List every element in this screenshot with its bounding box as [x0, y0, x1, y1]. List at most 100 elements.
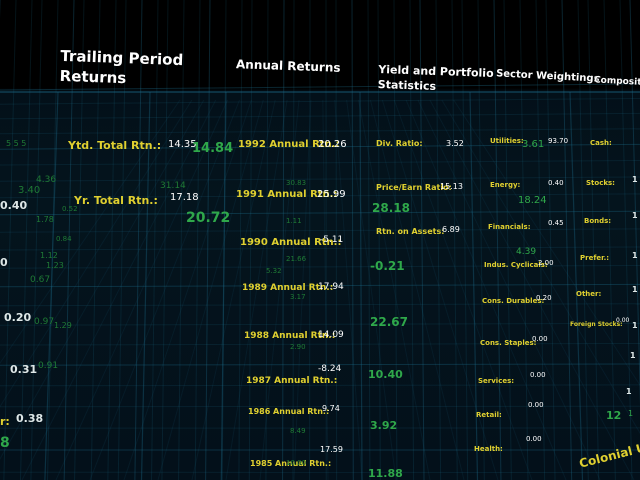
sector-value[interactable]: 0.00: [530, 372, 546, 379]
grid-depth-line: [405, 99, 567, 480]
sector-value[interactable]: 2.00: [538, 260, 554, 267]
yr-label[interactable]: Yr. Total Rtn.:: [74, 195, 158, 206]
grid-vertical-line: [619, 0, 633, 480]
annual-return-label[interactable]: 1986 Annual Rtn.:: [248, 408, 329, 416]
sector-value[interactable]: 0.40: [548, 180, 564, 187]
composition-label[interactable]: Bonds:: [584, 218, 611, 225]
sector-label[interactable]: Financials:: [488, 224, 531, 231]
right-edge-value: 1: [632, 175, 638, 184]
grid-depth-line: [429, 99, 635, 480]
trailing-bg-value: 0.91: [38, 361, 59, 371]
yield-stat-label[interactable]: Div. Ratio:: [376, 140, 423, 148]
sector-label[interactable]: Utilities:: [490, 138, 524, 145]
right-edge-value: 1: [632, 321, 638, 330]
annual-bg-value: 5.32: [266, 267, 282, 275]
grid-vertical-line: [19, 0, 33, 480]
grid-horizontal-line: [0, 160, 640, 166]
sector-value[interactable]: 0.45: [548, 220, 564, 227]
header-trailing-returns[interactable]: Trailing Period Returns: [59, 46, 183, 91]
grid-depth-line: [417, 99, 601, 480]
yield-green-value: 22.67: [370, 315, 408, 329]
annual-return-value[interactable]: -8.24: [318, 365, 341, 374]
grid-column-separator: [359, 91, 363, 480]
yield-stat-value[interactable]: 6.89: [442, 226, 460, 234]
yr-compare-value: 20.72: [186, 210, 231, 226]
sector-compare-value: 18.24: [518, 195, 547, 206]
grid-vertical-line: [30, 0, 43, 480]
yield-stat-label[interactable]: Rtn. on Assets:: [376, 228, 444, 236]
grid-depth-line: [393, 99, 533, 480]
annual-return-value[interactable]: -5.11: [320, 236, 343, 245]
trailing-bg-value: 31.14: [160, 181, 186, 191]
sector-label[interactable]: Services:: [478, 378, 514, 385]
sector-value[interactable]: 0.00: [532, 336, 548, 343]
annual-bg-value: 30.83: [286, 179, 307, 187]
trailing-bg-value: 1.23: [46, 261, 64, 270]
grid-depth-line: [55, 99, 229, 480]
left-edge-value: 0.20: [4, 311, 32, 324]
grid-vertical-line: [194, 0, 201, 480]
annual-return-value[interactable]: 17.59: [320, 446, 343, 454]
grid-vertical-line: [629, 0, 640, 407]
yield-green-value: 3.92: [370, 419, 398, 432]
grid-horizontal-line: [0, 98, 640, 105]
trailing-bg-value: 0.84: [56, 235, 72, 243]
grid-vertical-line: [367, 0, 371, 480]
left-edge-value: 0.40: [0, 199, 28, 212]
annual-bg-value: 21.66: [286, 255, 307, 263]
left-edge-value: 0.38: [16, 412, 44, 425]
left-top-digits: 5 5 5: [6, 139, 27, 148]
annual-return-value[interactable]: 9.74: [322, 405, 340, 413]
composition-label[interactable]: Cash:: [590, 140, 612, 147]
sector-label[interactable]: Energy:: [490, 182, 520, 189]
yr-value[interactable]: 17.18: [170, 193, 199, 203]
ytd-compare-value: 14.84: [192, 141, 234, 156]
annual-return-value[interactable]: 17.94: [318, 283, 344, 292]
sector-label[interactable]: Cons. Durables:: [482, 298, 544, 305]
composition-label[interactable]: Other:: [576, 291, 601, 298]
grid-vertical-line: [603, 0, 616, 480]
trailing-bg-value: 1.29: [54, 321, 72, 330]
yield-stat-value[interactable]: 15.13: [440, 183, 463, 191]
left-partial-label: r:: [0, 415, 10, 428]
right-edge-value: 12: [606, 409, 622, 422]
grid-depth-line: [89, 99, 240, 480]
left-green-value: 8: [0, 435, 10, 451]
trailing-bg-value: 0.67: [30, 275, 51, 285]
right-edge-value: 1: [628, 409, 634, 418]
right-edge-value: 1: [632, 211, 638, 220]
yield-stat-value[interactable]: 3.52: [446, 140, 464, 148]
header-yield-stats[interactable]: Yield and Portfolio Statistics: [378, 63, 494, 97]
annual-return-value[interactable]: 14.09: [318, 331, 344, 340]
annual-return-value[interactable]: 20.26: [318, 140, 347, 150]
sector-label[interactable]: Retail:: [476, 412, 502, 419]
right-edge-value: 1: [630, 351, 636, 360]
right-edge-value: 1: [632, 285, 638, 294]
composition-label[interactable]: Foreign Stocks:: [570, 322, 623, 328]
sector-label[interactable]: Cons. Staples:: [480, 340, 536, 347]
grid-horizontal-line: [0, 343, 640, 346]
yield-green-value: 10.40: [368, 368, 403, 381]
sector-value[interactable]: 0.20: [536, 295, 552, 302]
trailing-bg-value: 3.40: [18, 185, 41, 196]
yield-green-value: -0.21: [370, 259, 405, 273]
trailing-bg-value: 1.78: [36, 215, 54, 224]
sector-value[interactable]: 0.00: [528, 402, 544, 409]
sector-value[interactable]: 93.70: [548, 138, 568, 145]
sector-label[interactable]: Health:: [474, 446, 503, 453]
annual-bg-value: 10.00: [286, 459, 307, 467]
trailing-bg-value: 4.36: [36, 175, 57, 185]
sector-value[interactable]: 0.00: [526, 436, 542, 443]
annual-return-value[interactable]: 25.99: [317, 190, 346, 200]
left-edge-value: 0.31: [10, 363, 38, 376]
trailing-bg-value: 0.52: [62, 205, 78, 213]
grid-horizontal-line: [0, 112, 640, 120]
composition-value[interactable]: 0.00: [616, 318, 629, 324]
annual-return-label[interactable]: 1987 Annual Rtn.:: [246, 377, 337, 386]
sector-compare-value: 4.39: [516, 247, 537, 257]
composition-label[interactable]: Prefer.:: [580, 255, 609, 262]
ytd-label[interactable]: Ytd. Total Rtn.:: [68, 140, 161, 151]
annual-bg-value: 2.90: [290, 343, 306, 351]
right-edge-value: 1: [626, 387, 632, 396]
composition-label[interactable]: Stocks:: [586, 180, 615, 187]
